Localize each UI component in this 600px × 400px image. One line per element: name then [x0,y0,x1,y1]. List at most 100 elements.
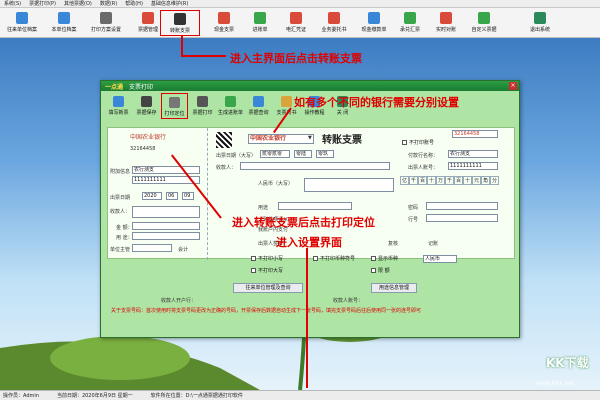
payee-account-info-label: 收款人账号： [333,298,364,304]
payee-field[interactable] [240,162,390,170]
annotation-settings: 进入设置界面 [276,236,342,249]
no-print-currency-symbol-checkbox[interactable]: 不打印币种符号 [313,255,355,262]
payee-bank-info-label: 收款人开户行： [161,298,197,304]
own-unit-archive-button[interactable]: 本单位档案 [44,10,84,36]
status-path: 软件所在位置：D:\一点通票据通打印软件 [150,393,243,399]
amount-digit-grid: 亿 千 百 十 万 千 百 十 元 角 分 [400,176,499,185]
print-check-button[interactable]: 票据打印 [189,93,216,119]
realtime-reconcile-button[interactable]: 实时对账 [426,10,466,36]
generate-deposit-button[interactable]: 生成进账单 [217,93,244,119]
menu-other[interactable]: 其他票据(O) [64,0,92,7]
currency-select[interactable]: 人民币 [423,255,457,263]
status-operator: 操作员：Admin [3,393,39,399]
menu-print[interactable]: 票据打印(P) [29,0,56,7]
purpose-field[interactable] [278,202,352,210]
limit-checkbox[interactable]: 限 额 [371,267,390,274]
no-print-account-checkbox[interactable]: 不打印账号 [402,139,434,146]
dialog-titlebar: 一点通 支票打印 [101,81,519,91]
printer-icon [197,96,208,107]
query-check-button[interactable]: 票据查询 [245,93,272,119]
main-toolbar: 往来单位档案 本单位档案 打印方案设置 票据管理 转账支票 现金支票 进账单 电… [0,8,600,38]
building-icon [58,12,70,24]
check-number-field[interactable]: 32164458 [452,130,498,138]
dialog-close-icon[interactable]: × [509,82,517,90]
password-field[interactable] [426,202,498,210]
pen-icon [174,13,186,25]
stub-date-label: 出票日期 [110,195,131,201]
stub-payee-field[interactable]: 农行测支 [132,166,200,174]
purpose-management-button[interactable]: 用途信息管理 [371,283,417,293]
annotation-arrow-top [181,36,183,56]
cash-check-button[interactable]: 现金支票 [204,10,244,36]
line-no-label: 行号 [408,217,419,223]
stub-bank-name: 中国农业银行 [130,134,167,141]
new-check-button[interactable]: 填写新票 [105,93,132,119]
stub-extra-label: 附加信息 [110,169,131,175]
deposit-slip-button[interactable]: 进账单 [240,10,280,36]
record-label: 记账 [428,241,439,247]
date-label: 出票日期（大写） [216,153,257,159]
stub-amount-field[interactable] [132,222,200,230]
clock-icon [440,12,452,24]
slip-icon [254,12,266,24]
no-print-uppercase-checkbox[interactable]: 不打印大写 [251,267,283,274]
cash-icon [368,12,380,24]
menu-data[interactable]: 数据(R) [100,0,117,7]
stub-purpose-label: 用 途： [116,235,133,241]
payer-account-label: 出票人账号： [408,165,439,171]
stub-month-field[interactable]: 06 [166,192,178,200]
menu-system[interactable]: 系统(S) [4,0,21,7]
transfer-check-button[interactable]: 转账支票 [160,10,200,36]
stub-manager-field[interactable] [132,244,172,252]
bank-select[interactable]: 中国农业银行 [248,134,314,144]
custom-bill-button[interactable]: 自定义票据 [464,10,504,36]
bill-icon [404,12,416,24]
save-check-button[interactable]: 票据保存 [133,93,160,119]
date-year-field[interactable]: 贰零贰零 [260,150,290,158]
stub-payee-box[interactable] [132,206,200,218]
ledger-icon [142,12,154,24]
stub-payee-label: 收款人： [110,209,131,215]
search-icon [253,96,264,107]
menu-help[interactable]: 帮助(H) [125,0,143,7]
stub-check-no: 32164458 [130,146,156,152]
purpose-label: 用途 [258,205,269,211]
payer-bank-field[interactable]: 农行测支 [448,150,498,158]
line-no-field[interactable] [426,214,498,222]
payer-account-field[interactable]: 1111111111 [448,162,498,170]
no-print-lowercase-checkbox[interactable]: 不打印小写 [251,255,283,262]
custom-icon [478,12,490,24]
exit-button[interactable]: 退出系统 [520,10,560,36]
show-currency-checkbox[interactable]: 显示币种 [371,255,398,262]
status-bar: 操作员：Admin 当前日期：2020年6月9日 星期一 软件所在位置：D:\一… [0,390,600,400]
check-print-dialog: 一点通 支票打印 × 填写新票 票据保存 打印定位 票据打印 生成进账单 票据查… [100,80,520,338]
status-date: 当前日期：2020年6月9日 星期一 [56,393,133,399]
annotation-arrow-settings [306,248,308,388]
date-day-field[interactable]: 零玖 [316,150,334,158]
stub-purpose-field[interactable] [132,232,200,240]
print-scheme-button[interactable]: 打印方案设置 [86,10,126,36]
cash-deposit-button[interactable]: 现金缴款单 [354,10,394,36]
stub-day-field[interactable]: 09 [182,192,194,200]
stub-year-field[interactable]: 2020 [142,192,162,200]
date-month-field[interactable]: 零陆 [294,150,312,158]
dialog-lower-panel: 不打印小写 不打印币种符号 显示币种 人民币 不打印大写 限 额 往来单位管理及… [107,255,515,337]
stub-amount-label: 金 额： [116,225,133,231]
partner-archive-button[interactable]: 往来单位档案 [2,10,42,36]
acceptance-bill-button[interactable]: 承兑汇票 [390,10,430,36]
check-number-notice: 关于支票号码：首次使用时将支票号码更改为正确的号码，开票保存后数据自动生成下一张… [111,308,422,314]
telegraph-icon [290,12,302,24]
exit-icon [534,12,546,24]
menu-bar: 系统(S) 票据打印(P) 其他票据(O) 数据(R) 帮助(H) 基础信息维护… [0,0,600,8]
print-position-button[interactable]: 打印定位 [161,93,188,119]
business-entrust-button[interactable]: 业务委托书 [314,10,354,36]
password-label: 密码 [408,205,419,211]
check-stub: 中国农业银行 32164458 附加信息 农行测支 1111111111 出票日… [108,128,208,260]
amount-words-field[interactable] [304,178,394,192]
wire-voucher-button[interactable]: 电汇凭证 [276,10,316,36]
position-icon [169,97,180,108]
folder-icon [16,12,28,24]
menu-basic-info[interactable]: 基础信息维护(R) [151,0,188,7]
watermark-url: www.kkx.net [536,380,575,387]
partner-management-button[interactable]: 往来单位管理及查询 [233,283,303,293]
